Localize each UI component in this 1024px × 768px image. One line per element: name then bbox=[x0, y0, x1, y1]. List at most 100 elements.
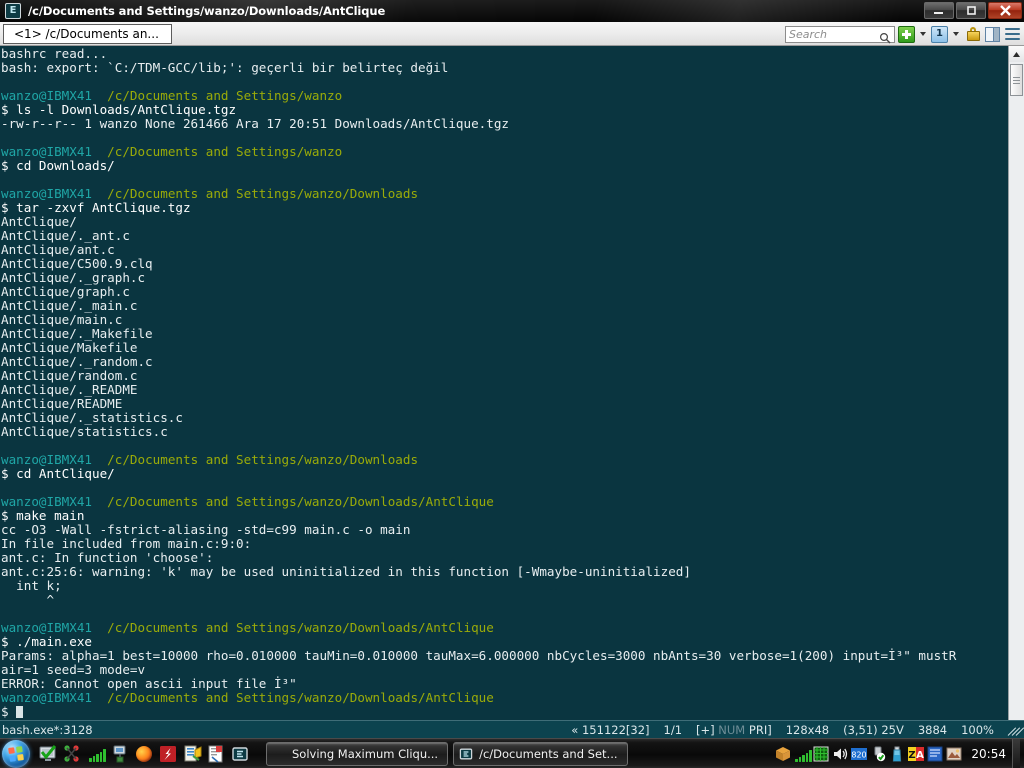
network-icon[interactable] bbox=[110, 744, 130, 764]
window-titlebar[interactable]: E /c/Documents and Settings/wanzo/Downlo… bbox=[0, 0, 1024, 22]
firefox-icon bbox=[271, 746, 287, 762]
search-placeholder: Search bbox=[789, 27, 828, 41]
terminal-output-line: ant.c:25:6: warning: 'k' may be used uni… bbox=[1, 564, 691, 579]
filezilla-icon[interactable] bbox=[158, 744, 178, 764]
photo-icon[interactable] bbox=[946, 746, 962, 762]
menu-button[interactable] bbox=[1004, 26, 1021, 43]
terminal-prompt-line: wanzo@IBMX41 /c/Documents and Settings/w… bbox=[1, 453, 1008, 467]
terminal-output-line: ant.c: In function 'choose': bbox=[1, 550, 214, 565]
chevron-down-icon-active[interactable] bbox=[953, 32, 959, 36]
conemu-icon[interactable] bbox=[230, 744, 250, 764]
bottle-icon[interactable] bbox=[889, 746, 905, 762]
terminal-output-line: Params: alpha=1 best=10000 rho=0.010000 … bbox=[1, 648, 957, 663]
terminal-output[interactable]: bashrc read... bash: export: `C:/TDM-GCC/… bbox=[0, 46, 1008, 720]
terminal-output-line: AntClique/ant.c bbox=[1, 242, 115, 257]
show-desktop-button[interactable] bbox=[1012, 738, 1020, 768]
prompt-host: wanzo@IBMX41 bbox=[1, 494, 92, 509]
chevron-down-icon-new[interactable] bbox=[920, 32, 926, 36]
windows-taskbar: Solving Maximum Cliqu... /c/Documents an… bbox=[0, 738, 1024, 768]
taskbar-button-firefox[interactable]: Solving Maximum Cliqu... bbox=[266, 741, 449, 766]
firefox-icon[interactable] bbox=[134, 744, 154, 764]
counter-icon[interactable]: 820 bbox=[851, 746, 868, 762]
terminal-output-line: bashrc read... bbox=[1, 46, 108, 61]
terminal-command-line: $ ./main.exe bbox=[1, 634, 92, 649]
monitor-check-icon[interactable] bbox=[38, 744, 58, 764]
zonealarm-icon[interactable]: Z A bbox=[908, 746, 925, 762]
terminal-output-line: AntClique/main.c bbox=[1, 312, 123, 327]
tab-label: <1> /c/Documents an... bbox=[14, 27, 159, 41]
one-icon: 1 bbox=[931, 25, 948, 43]
signal-bars-icon[interactable] bbox=[794, 746, 812, 762]
prompt-symbol: $ bbox=[1, 704, 17, 719]
lock-icon bbox=[966, 26, 980, 42]
volume-icon[interactable] bbox=[832, 746, 848, 762]
terminal-scrollbar[interactable] bbox=[1008, 46, 1024, 720]
terminal-output-line: In file included from main.c:9:0: bbox=[1, 536, 252, 551]
terminal-command-line: $ tar -zxvf AntClique.tgz bbox=[1, 200, 191, 215]
prompt-host: wanzo@IBMX41 bbox=[1, 690, 92, 705]
terminal-output-line: AntClique/._graph.c bbox=[1, 270, 146, 285]
terminal-output-line: AntClique/._README bbox=[1, 382, 138, 397]
status-cursor-pos: (3,51) 25V bbox=[843, 722, 904, 737]
terminal-output-line: AntClique/statistics.c bbox=[1, 424, 168, 439]
terminal-output-line: AntClique/._statistics.c bbox=[1, 410, 183, 425]
start-button[interactable] bbox=[2, 739, 30, 768]
terminal-output-line: AntClique/._ant.c bbox=[1, 228, 130, 243]
taskbar-button-label: Solving Maximum Cliqu... bbox=[292, 746, 439, 761]
window-controls bbox=[924, 2, 1022, 19]
svg-text:A: A bbox=[917, 750, 925, 761]
status-num: NUM bbox=[718, 722, 746, 737]
prompt-host: wanzo@IBMX41 bbox=[1, 452, 92, 467]
tab-console-1[interactable]: <1> /c/Documents an... bbox=[3, 24, 172, 44]
package-icon[interactable] bbox=[775, 746, 791, 762]
terminal-output-line: int k; bbox=[1, 578, 62, 593]
resize-grip[interactable] bbox=[1007, 724, 1024, 736]
lock-button[interactable] bbox=[964, 26, 981, 43]
terminal-output-line: cc -O3 -Wall -fstrict-aliasing -std=c99 … bbox=[1, 522, 411, 537]
prompt-path: /c/Documents and Settings/wanzo bbox=[92, 88, 343, 103]
status-scroll-marker: « 151122[32] bbox=[571, 722, 650, 737]
status-zoom: 100% bbox=[961, 722, 994, 737]
terminal-input-line: $ bbox=[1, 705, 1008, 719]
restore-button[interactable] bbox=[956, 2, 986, 19]
prompt-path: /c/Documents and Settings/wanzo/Download… bbox=[92, 620, 494, 635]
usb-safe-remove-icon[interactable] bbox=[870, 746, 886, 762]
scroll-up-arrow-icon[interactable] bbox=[1009, 46, 1024, 62]
status-right: « 151122[32] 1/1 [+] NUM PRI] 128x48 (3,… bbox=[571, 723, 1024, 737]
split-pane-button[interactable] bbox=[984, 26, 1001, 43]
printer-icon[interactable] bbox=[182, 744, 202, 764]
terminal-output-line: -rw-r--r-- 1 wanzo None 261466 Ara 17 20… bbox=[1, 116, 509, 131]
document-icon[interactable] bbox=[206, 744, 226, 764]
minimize-button[interactable] bbox=[924, 2, 954, 19]
terminal-output-line: AntClique/._main.c bbox=[1, 298, 138, 313]
terminal-output-line: AntClique/ bbox=[1, 214, 77, 229]
system-tray: 820 Z A 20:54 bbox=[775, 738, 1024, 768]
status-flags-group: [+] NUM PRI] bbox=[696, 723, 772, 737]
conemu-app-icon: E bbox=[5, 3, 21, 19]
scrollbar-thumb[interactable] bbox=[1010, 64, 1023, 96]
taskbar-button-conemu[interactable]: /c/Documents and Set... bbox=[453, 741, 628, 766]
terminal-output-line: ^ bbox=[1, 592, 55, 607]
prompt-path: /c/Documents and Settings/wanzo/Download… bbox=[92, 494, 494, 509]
grid-icon[interactable] bbox=[813, 746, 829, 762]
new-console-button[interactable] bbox=[898, 25, 915, 43]
windows-logo-icon bbox=[8, 745, 24, 762]
taskbar-clock[interactable]: 20:54 bbox=[971, 747, 1006, 761]
active-console-button[interactable]: 1 bbox=[931, 25, 948, 43]
blue-app-icon[interactable] bbox=[927, 746, 943, 762]
prompt-path: /c/Documents and Settings/wanzo bbox=[92, 144, 343, 159]
search-input[interactable]: Search bbox=[785, 25, 895, 43]
hamburger-icon bbox=[1005, 28, 1020, 40]
terminal-output-line: ERROR: Cannot open ascii input file İ³" bbox=[1, 676, 297, 691]
signal-bars-icon[interactable] bbox=[86, 744, 106, 764]
prompt-host: wanzo@IBMX41 bbox=[1, 144, 92, 159]
close-button[interactable] bbox=[988, 2, 1022, 19]
terminal-cursor bbox=[16, 706, 24, 718]
git-icon[interactable] bbox=[62, 744, 82, 764]
terminal-output-line: AntClique/._random.c bbox=[1, 354, 153, 369]
terminal-output-line: AntClique/graph.c bbox=[1, 284, 130, 299]
